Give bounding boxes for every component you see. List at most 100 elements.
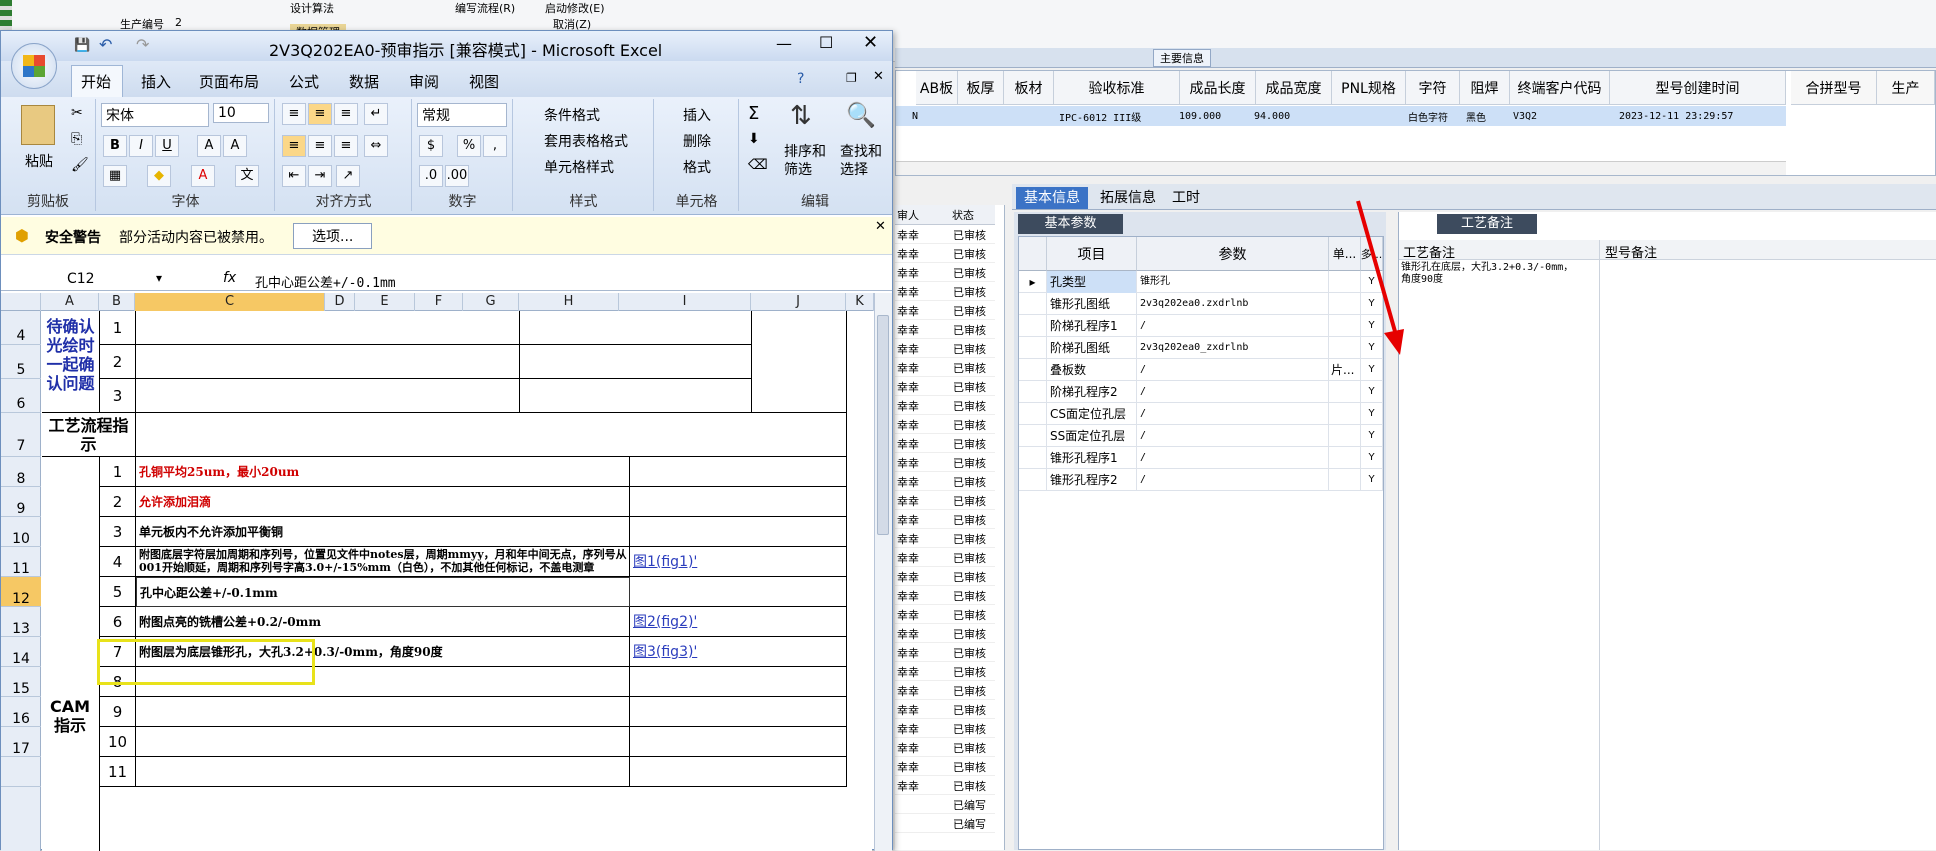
ribbon-tab-formulas[interactable]: 公式 [289, 71, 319, 92]
find-select-icon[interactable]: 🔍 [846, 101, 876, 129]
top-issue-cell[interactable] [520, 345, 752, 379]
grid-header[interactable]: PNL规格 [1332, 71, 1406, 105]
start-modify-button[interactable]: 启动修改(E) [545, 0, 605, 16]
param-row[interactable]: 阶梯孔图纸 2v3q202ea0_zxdrlnb Y [1019, 337, 1383, 359]
cam-instruction-cell[interactable] [136, 727, 630, 757]
grow-font-button[interactable]: A [197, 135, 221, 157]
fill-icon[interactable]: ⬇ [748, 131, 760, 147]
cam-instruction-cell[interactable] [136, 697, 630, 727]
grid-header[interactable]: 阻焊 [1460, 71, 1510, 105]
grid-header[interactable]: 终端客户代码 [1510, 71, 1610, 105]
review-list-row[interactable]: 幸幸 已审核 [895, 548, 995, 567]
param-value[interactable]: / [1137, 447, 1329, 469]
formula-input[interactable]: 孔中心距公差+/-0.1mm [255, 272, 396, 291]
ribbon-tab-insert[interactable]: 插入 [141, 71, 171, 92]
phonetic-icon[interactable]: 文 [235, 165, 259, 187]
ribbon-tab-review[interactable]: 审阅 [409, 71, 439, 92]
row-header[interactable]: 16 [1, 697, 41, 727]
figure-link[interactable]: 图3(fig3)' [630, 637, 847, 667]
param-value[interactable]: 锥形孔 [1137, 271, 1329, 293]
cam-instruction-cell[interactable]: 孔中心距公差+/-0.1mm [136, 577, 630, 607]
grid-header[interactable]: 生产 [1877, 71, 1935, 105]
row-header[interactable]: 9 [1, 487, 41, 517]
cam-instruction-cell[interactable]: 附图点亮的铣槽公差+0.2/-0mm [136, 607, 630, 637]
review-list-row[interactable]: 幸幸 已审核 [895, 624, 995, 643]
review-list-row[interactable]: 已编写 [895, 814, 995, 833]
shrink-font-button[interactable]: A [223, 135, 247, 157]
review-list-row[interactable]: 幸幸 已审核 [895, 453, 995, 472]
review-list-row[interactable]: 幸幸 已审核 [895, 567, 995, 586]
params-header-item[interactable]: 项目 [1047, 237, 1137, 271]
tab-work-hours[interactable]: 工时 [1164, 187, 1208, 209]
align-right-icon[interactable]: ≡ [334, 135, 358, 157]
edit-flow-button[interactable]: 编写流程(R) [455, 0, 515, 16]
ribbon-tab-page-layout[interactable]: 页面布局 [199, 71, 259, 92]
review-list-row[interactable]: 幸幸 已审核 [895, 738, 995, 757]
cam-instruction-cell[interactable]: 允许添加泪滴 [136, 487, 630, 517]
top-issue-cell[interactable] [136, 379, 520, 413]
row-header[interactable]: 10 [1, 517, 41, 547]
grid-header[interactable]: 成品宽度 [1256, 71, 1332, 105]
conditional-format-button[interactable]: 条件格式 [544, 105, 600, 125]
review-list-row[interactable]: 幸幸 已审核 [895, 282, 995, 301]
row-header[interactable]: 14 [1, 637, 41, 667]
ribbon-tab-data[interactable]: 数据 [349, 71, 379, 92]
ribbon-tab-home[interactable]: 开始 [81, 71, 111, 92]
review-list-row[interactable]: 幸幸 已审核 [895, 339, 995, 358]
figure-link[interactable] [630, 457, 847, 487]
review-list-row[interactable]: 幸幸 已审核 [895, 605, 995, 624]
grid-header[interactable]: AB板 [916, 71, 958, 105]
paste-icon[interactable] [21, 105, 55, 145]
review-list-row[interactable]: 幸幸 已审核 [895, 757, 995, 776]
increase-decimal-icon[interactable]: .0 [419, 165, 443, 187]
row-header[interactable]: 6 [1, 379, 41, 413]
review-list-row[interactable]: 幸幸 已审核 [895, 301, 995, 320]
review-list-row[interactable]: 幸幸 已审核 [895, 377, 995, 396]
align-bottom-icon[interactable]: ≡ [334, 103, 358, 125]
function-icon[interactable]: fx [223, 270, 236, 286]
align-top-icon[interactable]: ≡ [282, 103, 306, 125]
param-row[interactable]: ▸ 孔类型 锥形孔 Y [1019, 271, 1383, 293]
cam-instruction-cell[interactable]: 孔铜平均25um，最小20um [136, 457, 630, 487]
maximize-icon[interactable]: ☐ [819, 33, 833, 52]
format-cells-button[interactable]: 格式 [683, 157, 711, 177]
tab-extended-info[interactable]: 拓展信息 [1092, 187, 1164, 209]
font-color-icon[interactable]: A [191, 165, 215, 187]
column-header[interactable]: D [325, 293, 355, 311]
fill-color-icon[interactable]: ◆ [147, 165, 171, 187]
review-list-row[interactable]: 幸幸 已审核 [895, 681, 995, 700]
border-icon[interactable]: ▦ [103, 165, 127, 187]
save-icon[interactable]: 💾 [74, 38, 90, 53]
delete-cells-button[interactable]: 删除 [683, 131, 711, 151]
sort-filter-icon[interactable]: ⇅ [790, 101, 812, 131]
review-list-row[interactable]: 幸幸 已审核 [895, 244, 995, 263]
figure-link[interactable] [630, 667, 847, 697]
param-value[interactable]: / [1137, 359, 1329, 381]
tab-basic-info[interactable]: 基本信息 [1016, 187, 1088, 209]
review-list-row[interactable]: 幸幸 已审核 [895, 434, 995, 453]
name-box[interactable]: C12 [67, 271, 95, 287]
param-row[interactable]: 叠板数 / 片... Y [1019, 359, 1383, 381]
align-middle-icon[interactable]: ≡ [308, 103, 332, 125]
review-list-row[interactable]: 幸幸 已审核 [895, 662, 995, 681]
underline-button[interactable]: U [155, 135, 179, 157]
figure-link[interactable] [630, 697, 847, 727]
top-j-cell[interactable] [752, 311, 847, 413]
review-list-row[interactable]: 幸幸 已审核 [895, 415, 995, 434]
review-list-row[interactable]: 幸幸 已审核 [895, 700, 995, 719]
row-header[interactable]: 7 [1, 413, 41, 457]
grid-header[interactable]: 板材 [1004, 71, 1054, 105]
cam-instruction-cell[interactable]: 附图底层字符层加周期和序列号，位置见文件中notes层，周期mmyy，月和年中间… [136, 547, 630, 577]
top-issue-cell[interactable] [136, 345, 520, 379]
sort-filter-button[interactable]: 排序和 筛选 [784, 143, 826, 179]
cut-icon[interactable]: ✂ [71, 105, 83, 121]
param-value[interactable]: / [1137, 315, 1329, 337]
param-value[interactable]: 2v3q202ea0_zxdrlnb [1137, 337, 1329, 359]
process-flow-cell[interactable] [136, 413, 847, 457]
row-header[interactable]: 11 [1, 547, 41, 577]
column-header[interactable]: H [519, 293, 619, 311]
review-list-row[interactable]: 幸幸 已审核 [895, 358, 995, 377]
insert-cells-button[interactable]: 插入 [683, 105, 711, 125]
row-header[interactable] [1, 757, 41, 787]
process-note-text[interactable]: 锥形孔在底层，大孔3.2+0.3/-0mm，角度90度 [1401, 262, 1581, 286]
